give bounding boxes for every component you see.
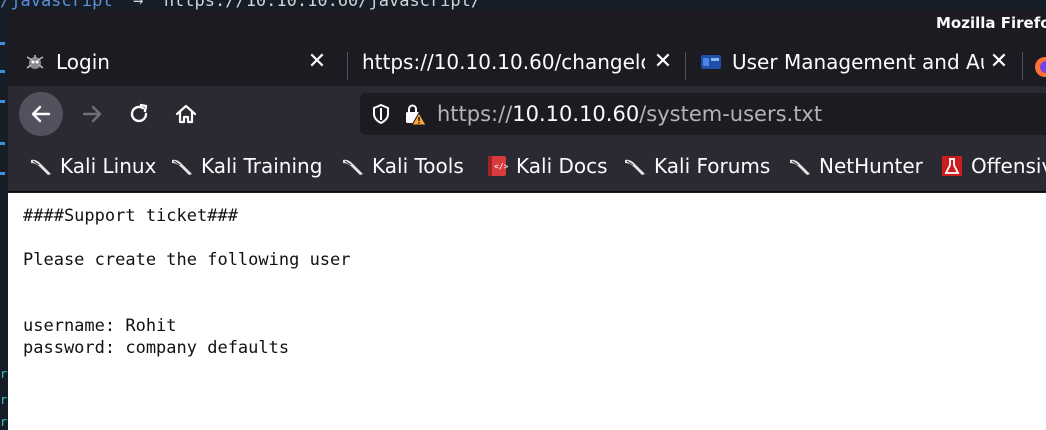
page-content: ####Support ticket### Please create the f… xyxy=(8,193,1046,430)
kali-dragon-icon xyxy=(30,155,52,177)
kali-dragon-icon xyxy=(789,155,811,177)
browser-window: Mozilla Firefo Login ✕ https://10.10.10.… xyxy=(8,10,1046,430)
bookmark-label: Kali Forums xyxy=(654,154,771,178)
tab-label: Login xyxy=(56,50,110,74)
bookmark-label: Offensiv xyxy=(971,154,1046,178)
arrow-left-icon xyxy=(31,105,51,123)
close-icon[interactable]: ✕ xyxy=(306,50,328,74)
home-icon xyxy=(175,104,197,124)
back-button[interactable] xyxy=(19,92,63,136)
kali-dragon-icon xyxy=(342,155,364,177)
title-bar: Mozilla Firefo xyxy=(8,10,1046,38)
url-path: /system-users.txt xyxy=(639,102,823,126)
bookmark-offensive-security[interactable]: Offensiv xyxy=(941,150,1046,182)
tab-user-management[interactable]: User Management and Au ✕ xyxy=(700,44,1020,80)
insecure-lock-icon[interactable] xyxy=(403,102,427,126)
tab-separator xyxy=(685,52,686,80)
svg-text:</>: </> xyxy=(494,162,508,171)
tab-login[interactable]: Login ✕ xyxy=(24,44,338,80)
text-line-request: Please create the following user xyxy=(23,250,351,270)
bookmark-nethunter[interactable]: NetHunter xyxy=(789,150,923,182)
offsec-flask-icon xyxy=(941,155,963,177)
bookmark-label: Kali Tools xyxy=(372,154,464,178)
text-line-password: password: company defaults xyxy=(23,338,290,358)
url-scheme: https:// xyxy=(437,102,513,126)
arrow-right-icon xyxy=(82,105,102,123)
terminal-gutter: r r r xyxy=(0,10,7,430)
tab-separator xyxy=(1022,52,1023,80)
navigation-toolbar: https://10.10.10.60/system-users.txt xyxy=(8,86,1046,142)
home-button[interactable] xyxy=(164,92,208,136)
tab-separator xyxy=(347,52,348,80)
tab-changelog[interactable]: https://10.10.10.60/changelo ✕ xyxy=(362,44,684,80)
firefox-icon[interactable] xyxy=(1034,56,1046,78)
kali-docs-icon: </> xyxy=(486,155,509,177)
tab-strip: Login ✕ https://10.10.10.60/changelo ✕ U… xyxy=(8,38,1046,86)
forward-button[interactable] xyxy=(70,92,114,136)
blue-app-icon xyxy=(700,51,722,73)
reload-button[interactable] xyxy=(117,92,161,136)
kali-dragon-icon xyxy=(171,155,193,177)
plain-text-document: ####Support ticket### Please create the f… xyxy=(23,205,351,359)
bookmarks-toolbar: Kali Linux Kali Training Kali Tools </> … xyxy=(8,142,1046,192)
reload-icon xyxy=(130,103,148,123)
text-line-blank xyxy=(23,227,351,249)
bookmark-kali-forums[interactable]: Kali Forums xyxy=(624,150,770,182)
bookmark-label: Kali Docs xyxy=(516,154,608,178)
bookmark-kali-training[interactable]: Kali Training xyxy=(171,150,322,182)
text-line-username: username: Rohit xyxy=(23,316,177,336)
text-line-heading: ####Support ticket### xyxy=(23,206,238,226)
bookmark-label: NetHunter xyxy=(819,154,923,178)
bookmark-kali-docs[interactable]: </> Kali Docs xyxy=(486,150,608,182)
bookmark-kali-tools[interactable]: Kali Tools xyxy=(342,150,464,182)
url-text[interactable]: https://10.10.10.60/system-users.txt xyxy=(437,102,822,126)
text-line-blank xyxy=(23,271,351,293)
close-icon[interactable]: ✕ xyxy=(652,50,674,74)
url-bar[interactable]: https://10.10.10.60/system-users.txt xyxy=(360,93,1046,135)
bookmark-label: Kali Linux xyxy=(60,154,157,178)
tab-label: User Management and Au xyxy=(732,50,984,74)
text-line-blank xyxy=(23,293,351,315)
tab-label: https://10.10.10.60/changelo xyxy=(362,50,645,74)
bug-icon xyxy=(24,51,46,73)
window-title: Mozilla Firefo xyxy=(936,14,1046,32)
kali-dragon-icon xyxy=(624,155,646,177)
shield-icon[interactable] xyxy=(369,102,393,126)
close-icon[interactable]: ✕ xyxy=(988,50,1010,74)
bookmark-label: Kali Training xyxy=(201,154,323,178)
bookmark-kali-linux[interactable]: Kali Linux xyxy=(30,150,156,182)
url-host: 10.10.10.60 xyxy=(512,102,640,126)
